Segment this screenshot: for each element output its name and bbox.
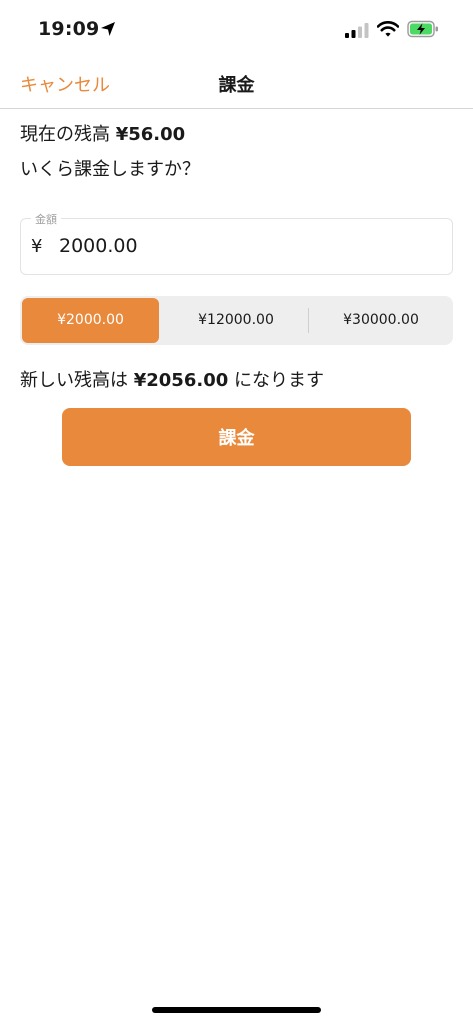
amount-input[interactable] xyxy=(59,231,439,261)
navigation-bar: キャンセル 課金 xyxy=(0,58,473,109)
charge-question: いくら課金しますか？ xyxy=(20,159,200,180)
preset-option-12000[interactable]: ¥12000.00 xyxy=(166,298,306,343)
status-bar: 19:09 xyxy=(0,0,473,58)
new-balance-suffix: になります xyxy=(228,370,324,391)
segment-divider xyxy=(308,308,309,333)
status-time: 19:09 xyxy=(38,18,100,40)
page-title: 課金 xyxy=(218,75,255,96)
charge-button[interactable]: 課金 xyxy=(62,408,411,466)
preset-option-2000[interactable]: ¥2000.00 xyxy=(22,298,159,343)
wifi-icon xyxy=(377,21,399,37)
amount-field[interactable]: 金額 ¥ xyxy=(20,211,453,275)
preset-amount-selector: ¥2000.00 ¥12000.00 ¥30000.00 xyxy=(20,296,453,345)
current-balance-label: 現在の残高 xyxy=(20,124,116,145)
battery-charging-icon xyxy=(407,20,438,38)
cellular-signal-icon xyxy=(345,23,369,38)
home-indicator[interactable] xyxy=(152,1007,321,1013)
preset-option-30000[interactable]: ¥30000.00 xyxy=(311,298,451,343)
new-balance-label: 新しい残高は xyxy=(20,370,134,391)
location-arrow-icon xyxy=(101,22,115,36)
new-balance-amount: ¥2056.00 xyxy=(133,370,229,391)
amount-field-label: 金額 xyxy=(31,211,61,227)
currency-sign: ¥ xyxy=(31,236,43,257)
current-balance-amount: ¥56.00 xyxy=(115,124,186,145)
new-balance: 新しい残高は ¥2056.00 になります xyxy=(20,366,324,392)
current-balance: 現在の残高 ¥56.00 xyxy=(20,120,185,146)
